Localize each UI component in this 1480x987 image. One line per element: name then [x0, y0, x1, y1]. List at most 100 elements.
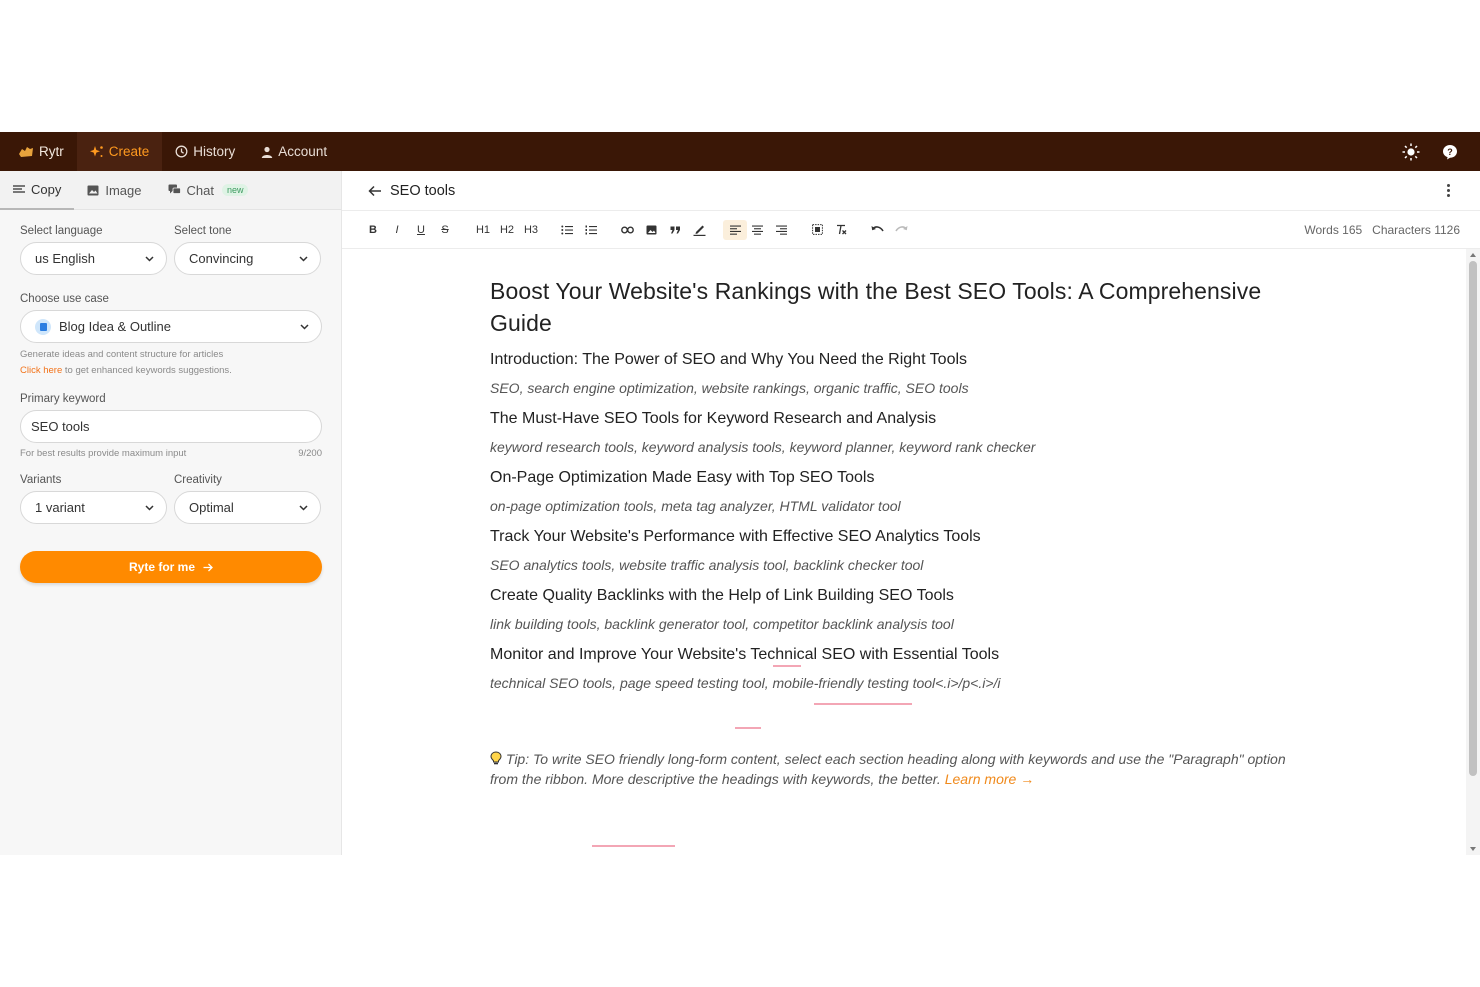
nav-account-label: Account [278, 144, 328, 159]
arrow-left-icon [368, 185, 381, 196]
italic-button[interactable]: I [387, 220, 407, 240]
ryte-for-me-button[interactable]: Ryte for me [20, 551, 322, 583]
character-count: Characters 1126 [1372, 222, 1460, 237]
ryte-button-label: Ryte for me [128, 560, 196, 574]
section-keywords: SEO, search engine optimization, website… [490, 380, 969, 396]
tab-chat-label: Chat [186, 182, 214, 198]
scroll-down-icon[interactable] [1470, 847, 1476, 851]
clear-format-icon[interactable] [831, 220, 851, 240]
rytr-logo[interactable]: Rytr [0, 132, 77, 171]
numbered-list-icon[interactable] [581, 220, 601, 240]
help-icon[interactable]: ? [1442, 144, 1458, 160]
use-case-label: Choose use case [20, 293, 109, 305]
variants-label: Variants [20, 474, 62, 486]
redo-icon[interactable] [891, 220, 911, 240]
tone-select[interactable]: Convincing [174, 242, 321, 275]
new-badge: new [221, 184, 249, 196]
link-icon[interactable] [617, 220, 637, 240]
underline-button[interactable]: U [411, 220, 431, 240]
nav-history-label: History [193, 144, 236, 159]
format-toolbar: B I U S H1 H2 H3 Words 165 Characters 11… [342, 211, 1480, 249]
keyword-suggestions-link[interactable]: Click here [20, 365, 62, 376]
document-title[interactable]: SEO tools [390, 183, 455, 199]
select-all-icon[interactable] [807, 220, 827, 240]
keyword-count: 9/200 [298, 448, 322, 459]
sun-icon[interactable] [1402, 143, 1420, 161]
learn-more-link[interactable]: Learn more → [945, 771, 1034, 787]
sidebar-tabs: Copy Image Chat new [0, 171, 341, 210]
use-case-desc: Generate ideas and content structure for… [20, 349, 224, 360]
highlight-icon[interactable] [689, 220, 709, 240]
section-keywords: SEO analytics tools, website traffic ana… [490, 557, 924, 573]
tab-copy[interactable]: Copy [0, 171, 75, 210]
sparkle-icon [89, 145, 103, 157]
section-keywords: link building tools, backlink generator … [490, 616, 954, 632]
undo-icon[interactable] [867, 220, 887, 240]
section-heading: Introduction: The Power of SEO and Why Y… [490, 351, 968, 368]
language-select[interactable]: us English [20, 242, 167, 275]
decorative-strike [814, 703, 912, 705]
image-insert-icon[interactable] [641, 220, 661, 240]
bullet-list-icon[interactable] [557, 220, 577, 240]
h3-button[interactable]: H3 [521, 220, 541, 240]
scroll-thumb[interactable] [1469, 261, 1477, 776]
tip-content: Tip: To write SEO friendly long-form con… [490, 751, 1286, 787]
scroll-up-icon[interactable] [1470, 253, 1476, 257]
h1-button[interactable]: H1 [473, 220, 493, 240]
document-body[interactable]: Boost Your Website's Rankings with the B… [490, 275, 1290, 692]
quote-icon[interactable] [665, 220, 685, 240]
more-options-icon[interactable] [1447, 184, 1450, 197]
nav-create-label: Create [108, 144, 150, 159]
nav-account[interactable]: Account [248, 132, 340, 171]
lightbulb-icon [490, 751, 502, 765]
decorative-underline [773, 665, 801, 667]
creativity-label: Creativity [174, 474, 222, 486]
align-center-icon[interactable] [747, 220, 767, 240]
chevron-down-icon [300, 323, 309, 330]
section-heading: The Must-Have SEO Tools for Keyword Rese… [490, 410, 937, 427]
svg-text:?: ? [1447, 147, 1453, 157]
variants-select[interactable]: 1 variant [20, 491, 167, 524]
keyword-hint: For best results provide maximum input [20, 448, 187, 459]
section-keywords: keyword research tools, keyword analysis… [490, 439, 1036, 455]
nav-create[interactable]: Create [76, 132, 163, 171]
h2-button[interactable]: H2 [497, 220, 517, 240]
section-heading: Monitor and Improve Your Website's Techn… [490, 646, 1000, 663]
tone-label: Select tone [174, 225, 232, 237]
keyword-label: Primary keyword [20, 393, 106, 405]
creativity-value: Optimal [189, 500, 234, 515]
keyword-value: SEO tools [31, 419, 90, 434]
top-nav: Rytr Create History Account ? [0, 132, 1480, 171]
vertical-scrollbar[interactable] [1466, 249, 1480, 855]
chevron-down-icon [145, 255, 154, 262]
tone-value: Convincing [189, 251, 254, 266]
nav-history[interactable]: History [162, 132, 248, 171]
arrow-right-icon [203, 563, 213, 571]
back-button[interactable] [368, 185, 382, 197]
tab-chat[interactable]: Chat new [155, 171, 262, 210]
tab-image[interactable]: Image [74, 171, 154, 210]
strikethrough-button[interactable]: S [435, 220, 455, 240]
section-heading: On-Page Optimization Made Easy with Top … [490, 469, 875, 486]
align-right-icon[interactable] [771, 220, 791, 240]
decorative-underline [735, 727, 761, 729]
clock-icon [175, 145, 188, 158]
sidebar: Copy Image Chat new Select language Sele… [0, 171, 342, 855]
section-heading: Track Your Website's Performance with Ef… [490, 528, 981, 545]
editor-content[interactable]: Boost Your Website's Rankings with the B… [342, 249, 1466, 855]
creativity-select[interactable]: Optimal [174, 491, 321, 524]
use-case-select[interactable]: Blog Idea & Outline [20, 310, 322, 343]
tab-image-label: Image [105, 182, 142, 198]
bold-button[interactable]: B [363, 220, 383, 240]
rytr-hand-icon [19, 147, 33, 157]
keyword-input[interactable]: SEO tools [20, 410, 322, 443]
section-keywords: on-page optimization tools, meta tag ana… [490, 498, 901, 514]
use-case-value: Blog Idea & Outline [59, 319, 172, 334]
tab-copy-label: Copy [31, 181, 62, 197]
word-count: Words 165 [1304, 222, 1363, 237]
chevron-down-icon [145, 504, 154, 511]
image-icon [87, 185, 99, 195]
chevron-down-icon [299, 255, 308, 262]
align-left-icon[interactable] [723, 219, 747, 240]
keyword-suggestions-text: to get enhanced keywords suggestions. [64, 365, 232, 376]
